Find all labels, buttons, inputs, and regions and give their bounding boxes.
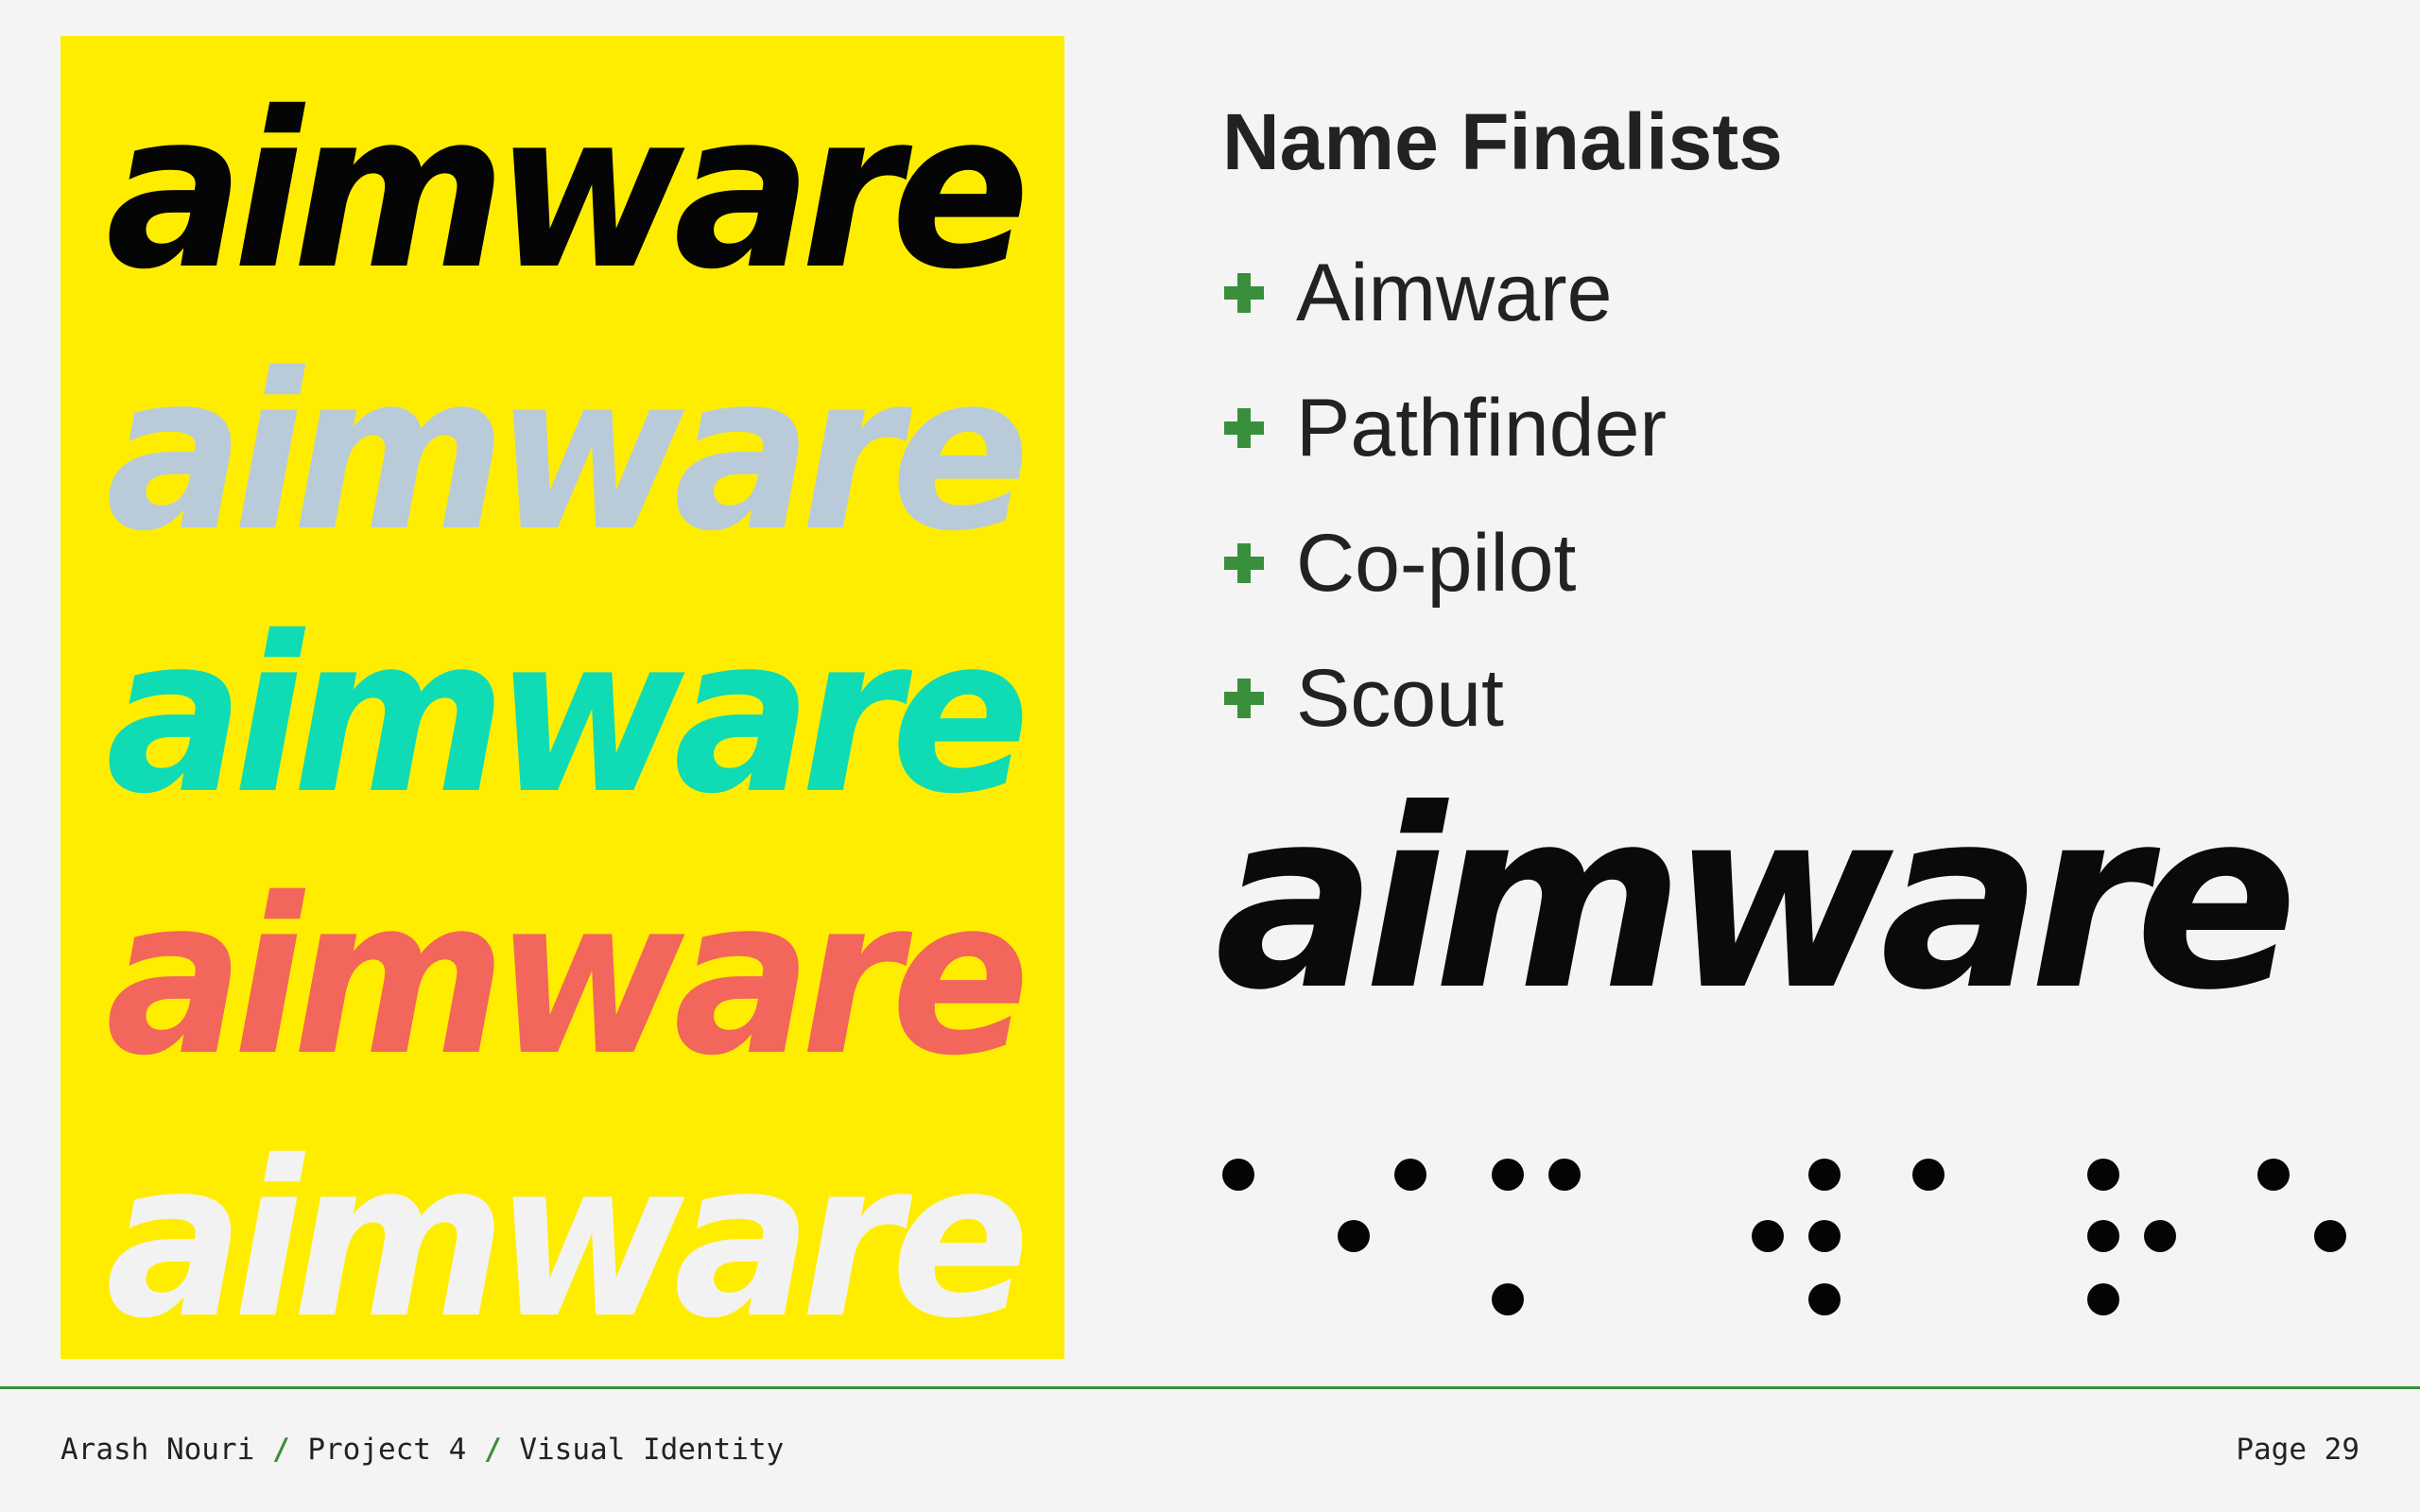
braille-dot [2257, 1159, 2290, 1191]
braille-dot [1808, 1220, 1841, 1252]
breadcrumb-separator: / [483, 1433, 502, 1467]
footer-author: Arash Nouri [60, 1433, 255, 1467]
list-item: Scout [1222, 640, 1667, 775]
plus-icon [1224, 678, 1264, 718]
name-finalists-list: Aimware Pathfinder Co-pilot Scout [1222, 234, 1667, 775]
braille-dot [2087, 1283, 2119, 1315]
braille-dot [1492, 1159, 1524, 1191]
poster-wordmark-grey: aimware [105, 327, 1030, 578]
braille-dot [1808, 1159, 1841, 1191]
wordmark-logo: aimware [1215, 756, 2298, 1044]
slide-page: aimware aimware aimware aimware aimware … [0, 0, 2420, 1512]
braille-dot [2144, 1220, 2176, 1252]
page-number: Page 29 [2236, 1433, 2360, 1467]
finalist-label: Pathfinder [1296, 382, 1668, 473]
finalist-label: Aimware [1296, 247, 1613, 338]
plus-icon [1224, 272, 1264, 313]
braille-dot [1222, 1159, 1254, 1191]
breadcrumb-separator: / [271, 1433, 290, 1467]
finalist-label: Scout [1296, 652, 1504, 744]
poster-wordmark-coral: aimware [105, 851, 1030, 1103]
finalist-label: Co-pilot [1296, 517, 1577, 609]
braille-dot [1752, 1220, 1784, 1252]
braille-wordmark [1222, 1159, 2346, 1315]
footer-divider [0, 1386, 2420, 1389]
footer-project: Project 4 [307, 1433, 467, 1467]
braille-dot [1492, 1283, 1524, 1315]
section-heading: Name Finalists [1222, 97, 1783, 186]
footer-breadcrumb: Arash Nouri / Project 4 / Visual Identit… [60, 1433, 784, 1467]
braille-dot [1548, 1159, 1581, 1191]
list-item: Co-pilot [1222, 505, 1667, 640]
braille-dot [1808, 1283, 1841, 1315]
braille-dot [2087, 1220, 2119, 1252]
poster-wordmark-black: aimware [105, 65, 1030, 317]
plus-icon [1224, 407, 1264, 448]
braille-dot [1394, 1159, 1426, 1191]
braille-dot [2087, 1159, 2119, 1191]
braille-dot [1912, 1159, 1945, 1191]
list-item: Aimware [1222, 234, 1667, 369]
poster-wordmark-teal: aimware [105, 590, 1030, 841]
footer-section: Visual Identity [519, 1433, 785, 1467]
braille-dot [2314, 1220, 2346, 1252]
plus-icon [1224, 542, 1264, 583]
logo-color-poster: aimware aimware aimware aimware aimware [60, 36, 1064, 1359]
list-item: Pathfinder [1222, 369, 1667, 505]
poster-wordmark-white: aimware [105, 1114, 1030, 1359]
braille-dot [1338, 1220, 1370, 1252]
